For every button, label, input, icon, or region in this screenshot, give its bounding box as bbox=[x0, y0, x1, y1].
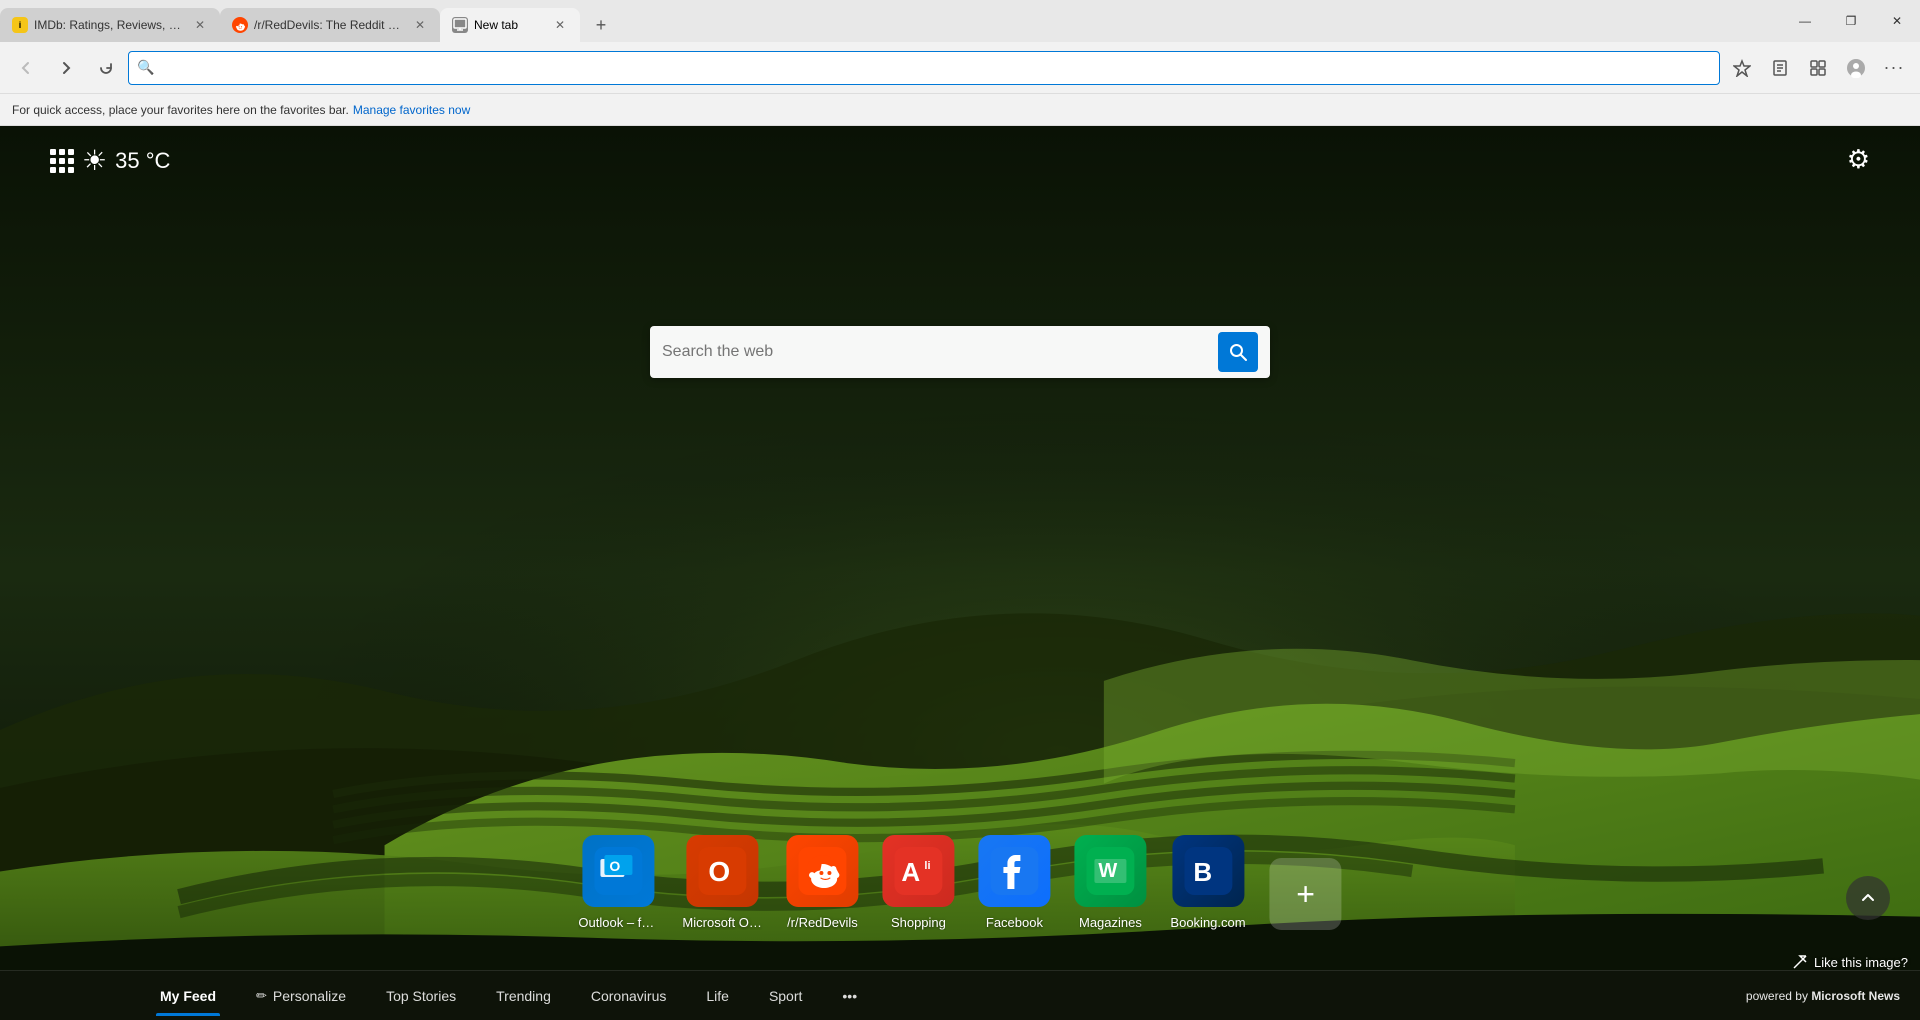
search-box bbox=[650, 326, 1270, 378]
tab-newtab[interactable]: New tab ✕ bbox=[440, 8, 580, 42]
svg-text:O: O bbox=[708, 856, 730, 887]
add-shortcut[interactable]: + bbox=[1270, 858, 1342, 930]
collections-button[interactable] bbox=[1800, 50, 1836, 86]
like-image-label: Like this image? bbox=[1814, 955, 1908, 970]
search-icon: 🔍 bbox=[137, 59, 154, 76]
shortcut-icon-shopping: Ali bbox=[882, 835, 954, 907]
nav-label-myfeed: My Feed bbox=[160, 988, 216, 1004]
scroll-up-button[interactable] bbox=[1846, 876, 1890, 920]
shortcut-icon-reddit bbox=[786, 835, 858, 907]
shortcut-icon-facebook bbox=[978, 835, 1050, 907]
forward-button[interactable] bbox=[48, 50, 84, 86]
shortcuts-row: O Outlook – fre... O Microsoft Offi... /… bbox=[578, 835, 1341, 930]
favorites-bar-text: For quick access, place your favorites h… bbox=[12, 103, 349, 117]
powered-by-text: powered by bbox=[1746, 989, 1808, 1003]
nav-label-sport: Sport bbox=[769, 988, 802, 1004]
minimize-button[interactable]: — bbox=[1782, 0, 1828, 42]
shortcut-label-outlook: Outlook – fre... bbox=[578, 915, 658, 930]
favorites-bar: For quick access, place your favorites h… bbox=[0, 94, 1920, 126]
back-button[interactable] bbox=[8, 50, 44, 86]
search-input[interactable] bbox=[662, 343, 1210, 361]
shortcut-label-facebook: Facebook bbox=[986, 915, 1043, 930]
tab-title-imdb: IMDb: Ratings, Reviews, and Wh... bbox=[34, 18, 186, 32]
shortcut-label-magazines: Magazines bbox=[1079, 915, 1142, 930]
tab-title-reddit: /r/RedDevils: The Reddit home f... bbox=[254, 18, 406, 32]
shortcut-facebook[interactable]: Facebook bbox=[978, 835, 1050, 930]
main-content: ☀ 35 °C ⚙ O Outlook – fre... bbox=[0, 126, 1920, 1020]
shortcut-reddit[interactable]: /r/RedDevils bbox=[786, 835, 858, 930]
add-tab-button[interactable]: + bbox=[584, 8, 618, 42]
address-bar: 🔍 ··· bbox=[0, 42, 1920, 94]
nav-item-coronavirus[interactable]: Coronavirus bbox=[571, 976, 686, 1016]
shortcut-label-booking: Booking.com bbox=[1170, 915, 1245, 930]
profile-button[interactable] bbox=[1838, 50, 1874, 86]
shortcut-icon-outlook: O bbox=[582, 835, 654, 907]
url-bar[interactable]: 🔍 bbox=[128, 51, 1720, 85]
url-input[interactable] bbox=[160, 60, 1711, 76]
favicon-reddit bbox=[232, 17, 248, 33]
shortcut-office[interactable]: O Microsoft Offi... bbox=[682, 835, 762, 930]
nav-label-topstories: Top Stories bbox=[386, 988, 456, 1004]
nav-item-life[interactable]: Life bbox=[686, 976, 749, 1016]
temperature-display: 35 °C bbox=[115, 148, 170, 174]
address-actions: ··· bbox=[1724, 50, 1912, 86]
more-options-button[interactable]: ··· bbox=[1876, 50, 1912, 86]
search-button[interactable] bbox=[1218, 332, 1258, 372]
tab-bar: i IMDb: Ratings, Reviews, and Wh... ✕ /r… bbox=[0, 0, 1920, 42]
tab-close-imdb[interactable]: ✕ bbox=[192, 17, 208, 33]
svg-text:A: A bbox=[901, 857, 920, 887]
powered-by: powered by Microsoft News bbox=[1746, 989, 1900, 1003]
favorites-star-button[interactable] bbox=[1724, 50, 1760, 86]
svg-text:O: O bbox=[609, 858, 620, 874]
manage-favorites-link[interactable]: Manage favorites now bbox=[353, 103, 470, 117]
favicon-newtab bbox=[452, 17, 468, 33]
shortcut-booking[interactable]: B Booking.com bbox=[1170, 835, 1245, 930]
refresh-button[interactable] bbox=[88, 50, 124, 86]
svg-text:B: B bbox=[1193, 857, 1212, 887]
nav-item-myfeed[interactable]: My Feed bbox=[140, 976, 236, 1016]
nav-item-topstories[interactable]: Top Stories bbox=[366, 976, 476, 1016]
favicon-imdb: i bbox=[12, 17, 28, 33]
tab-close-reddit[interactable]: ✕ bbox=[412, 17, 428, 33]
restore-button[interactable]: ❐ bbox=[1828, 0, 1874, 42]
tab-title-newtab: New tab bbox=[474, 18, 546, 32]
nav-item-trending[interactable]: Trending bbox=[476, 976, 571, 1016]
shortcut-label-shopping: Shopping bbox=[891, 915, 946, 930]
nav-label-more: ••• bbox=[842, 988, 857, 1004]
reading-list-button[interactable] bbox=[1762, 50, 1798, 86]
shortcut-shopping[interactable]: Ali Shopping bbox=[882, 835, 954, 930]
close-button[interactable]: ✕ bbox=[1874, 0, 1920, 42]
nav-item-sport[interactable]: Sport bbox=[749, 976, 822, 1016]
like-image-button[interactable]: Like this image? bbox=[1792, 954, 1908, 970]
nav-item-personalize[interactable]: ✏ Personalize bbox=[236, 976, 366, 1016]
add-shortcut-icon: + bbox=[1270, 858, 1342, 930]
shortcut-icon-booking: B bbox=[1172, 835, 1244, 907]
grid-icon[interactable] bbox=[50, 149, 74, 173]
weather-widget: ☀ 35 °C bbox=[50, 144, 170, 177]
nav-item-more[interactable]: ••• bbox=[822, 976, 877, 1016]
bottom-nav: My Feed ✏ Personalize Top Stories Trendi… bbox=[0, 970, 1920, 1020]
nav-label-coronavirus: Coronavirus bbox=[591, 988, 666, 1004]
shortcut-magazines[interactable]: W Magazines bbox=[1074, 835, 1146, 930]
window-controls: — ❐ ✕ bbox=[1782, 0, 1920, 42]
pencil-icon: ✏ bbox=[256, 988, 267, 1004]
tab-reddit[interactable]: /r/RedDevils: The Reddit home f... ✕ bbox=[220, 8, 440, 42]
svg-text:li: li bbox=[924, 860, 930, 872]
shortcut-label-office: Microsoft Offi... bbox=[682, 915, 762, 930]
nav-label-life: Life bbox=[706, 988, 729, 1004]
nav-label-personalize: Personalize bbox=[273, 988, 346, 1004]
tab-imdb[interactable]: i IMDb: Ratings, Reviews, and Wh... ✕ bbox=[0, 8, 220, 42]
shortcut-icon-magazines: W bbox=[1074, 835, 1146, 907]
svg-text:W: W bbox=[1098, 860, 1117, 882]
settings-button[interactable]: ⚙ bbox=[1847, 144, 1870, 175]
sun-icon: ☀ bbox=[82, 144, 107, 177]
shortcut-icon-office: O bbox=[686, 835, 758, 907]
powered-by-brand: Microsoft News bbox=[1811, 989, 1900, 1003]
nav-label-trending: Trending bbox=[496, 988, 551, 1004]
browser-frame: i IMDb: Ratings, Reviews, and Wh... ✕ /r… bbox=[0, 0, 1920, 1020]
search-container bbox=[650, 326, 1270, 378]
shortcut-outlook[interactable]: O Outlook – fre... bbox=[578, 835, 658, 930]
tab-close-newtab[interactable]: ✕ bbox=[552, 17, 568, 33]
shortcut-label-reddit: /r/RedDevils bbox=[787, 915, 858, 930]
